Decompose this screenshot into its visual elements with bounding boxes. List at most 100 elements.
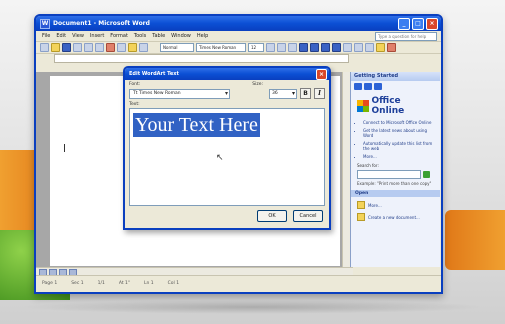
line-spacing-icon[interactable] <box>343 43 352 52</box>
status-column: Col 1 <box>167 281 180 286</box>
save-icon[interactable] <box>62 43 71 52</box>
menu-tools[interactable]: Tools <box>134 33 146 39</box>
font-label: Font: <box>129 82 141 87</box>
home-icon[interactable] <box>374 83 382 90</box>
task-pane: Getting Started Office Online Connect to… <box>350 72 440 267</box>
copy-icon[interactable] <box>117 43 126 52</box>
cancel-button[interactable]: Cancel <box>293 210 323 222</box>
italic-icon[interactable] <box>277 43 286 52</box>
task-pane-links: Connect to Microsoft Office Online Get t… <box>357 120 434 159</box>
edit-wordart-dialog: Edit WordArt Text × Font: Size: Tt Times… <box>123 66 331 230</box>
back-icon[interactable] <box>354 83 362 90</box>
tp-link-connect[interactable]: Connect to Microsoft Office Online <box>363 120 434 125</box>
underline-icon[interactable] <box>288 43 297 52</box>
create-new-label: Create a new document... <box>368 214 420 220</box>
status-line: Ln 1 <box>143 281 154 286</box>
title-bar: W Document1 - Microsoft Word _ □ × <box>36 16 441 31</box>
menu-insert[interactable]: Insert <box>90 33 104 39</box>
menu-view[interactable]: View <box>72 33 84 39</box>
menu-edit[interactable]: Edit <box>56 33 66 39</box>
font-select[interactable]: Times New Roman <box>196 43 246 52</box>
menu-help[interactable]: Help <box>197 33 208 39</box>
paste-icon[interactable] <box>128 43 137 52</box>
office-logo-icon <box>357 100 369 112</box>
print-preview-icon[interactable] <box>84 43 93 52</box>
bold-icon[interactable] <box>266 43 275 52</box>
cut-icon[interactable] <box>106 43 115 52</box>
italic-button[interactable]: I <box>314 88 325 99</box>
wordart-text-area[interactable]: Your Text Here ↖ <box>129 108 325 206</box>
open-folder-icon[interactable] <box>51 43 60 52</box>
wordart-size-select[interactable]: 36 <box>269 88 297 99</box>
window-controls: _ □ × <box>398 17 441 30</box>
window-shadow <box>20 300 485 314</box>
new-document-small-icon <box>357 213 365 221</box>
desktop-decoration-orange-right <box>445 210 505 270</box>
maximize-button[interactable]: □ <box>412 17 424 30</box>
horizontal-ruler <box>54 54 349 63</box>
forward-icon[interactable] <box>364 83 372 90</box>
create-new-link[interactable]: Create a new document... <box>357 213 434 221</box>
justify-icon[interactable] <box>332 43 341 52</box>
text-cursor <box>64 144 65 152</box>
menu-file[interactable]: File <box>42 33 50 39</box>
spelling-icon[interactable] <box>95 43 104 52</box>
word-app-icon: W <box>40 18 50 29</box>
status-bar: Page 1 Sec 1 1/1 At 1" Ln 1 Col 1 <box>36 275 441 291</box>
selected-wordart-text[interactable]: Your Text Here <box>133 113 260 137</box>
mouse-pointer-icon: ↖ <box>216 153 224 163</box>
standard-toolbar: Normal Times New Roman 12 <box>36 42 441 54</box>
text-label: Text: <box>129 102 140 107</box>
task-pane-search-input[interactable] <box>357 170 421 179</box>
open-section-header: Open <box>351 190 440 197</box>
new-document-icon[interactable] <box>40 43 49 52</box>
font-size-select[interactable]: 12 <box>248 43 264 52</box>
task-pane-search <box>357 170 434 179</box>
close-button[interactable]: × <box>426 17 438 30</box>
search-example: Example: "Print more than one copy" <box>357 181 432 186</box>
ok-button[interactable]: OK <box>257 210 287 222</box>
search-label: Search for: <box>357 163 379 168</box>
style-select[interactable]: Normal <box>160 43 194 52</box>
status-pages: 1/1 <box>97 281 105 286</box>
menu-window[interactable]: Window <box>171 33 191 39</box>
numbering-icon[interactable] <box>354 43 363 52</box>
task-pane-title: Getting Started <box>351 72 440 81</box>
dialog-close-button[interactable]: × <box>316 69 327 80</box>
help-search-input[interactable]: Type a question for help <box>375 31 437 41</box>
tp-link-more[interactable]: More... <box>363 154 434 159</box>
tp-link-update[interactable]: Automatically update this list from the … <box>363 141 434 151</box>
dialog-field-labels: Font: Size: <box>125 80 329 87</box>
undo-icon[interactable] <box>139 43 148 52</box>
menu-bar: File Edit View Insert Format Tools Table… <box>36 31 441 42</box>
dialog-title: Edit WordArt Text <box>129 71 179 77</box>
bullets-icon[interactable] <box>365 43 374 52</box>
wordart-font-select[interactable]: Tt Times New Roman <box>129 88 230 99</box>
highlight-icon[interactable] <box>376 43 385 52</box>
search-go-icon[interactable] <box>423 171 430 178</box>
size-label: Size: <box>252 82 263 87</box>
menu-format[interactable]: Format <box>110 33 128 39</box>
tp-link-news[interactable]: Get the latest news about using Word <box>363 128 434 138</box>
status-page: Page 1 <box>42 281 58 286</box>
dialog-title-bar: Edit WordArt Text × <box>125 68 329 80</box>
font-color-icon[interactable] <box>387 43 396 52</box>
minimize-button[interactable]: _ <box>398 17 410 30</box>
dialog-buttons: OK Cancel <box>257 210 323 222</box>
status-section: Sec 1 <box>71 281 84 286</box>
menu-table[interactable]: Table <box>152 33 165 39</box>
folder-icon <box>357 201 365 209</box>
print-icon[interactable] <box>73 43 82 52</box>
open-more-link[interactable]: More... <box>357 201 434 209</box>
task-pane-nav <box>351 81 440 92</box>
align-right-icon[interactable] <box>321 43 330 52</box>
align-left-icon[interactable] <box>299 43 308 52</box>
office-online-label: Office Online <box>371 96 405 116</box>
dialog-controls: Tt Times New Roman 36 B I <box>125 87 329 100</box>
status-at: At 1" <box>118 281 130 286</box>
align-center-icon[interactable] <box>310 43 319 52</box>
open-more-label: More... <box>368 202 382 208</box>
window-title: Document1 - Microsoft Word <box>53 20 150 27</box>
vertical-scrollbar[interactable] <box>342 72 350 267</box>
bold-button[interactable]: B <box>300 88 311 99</box>
